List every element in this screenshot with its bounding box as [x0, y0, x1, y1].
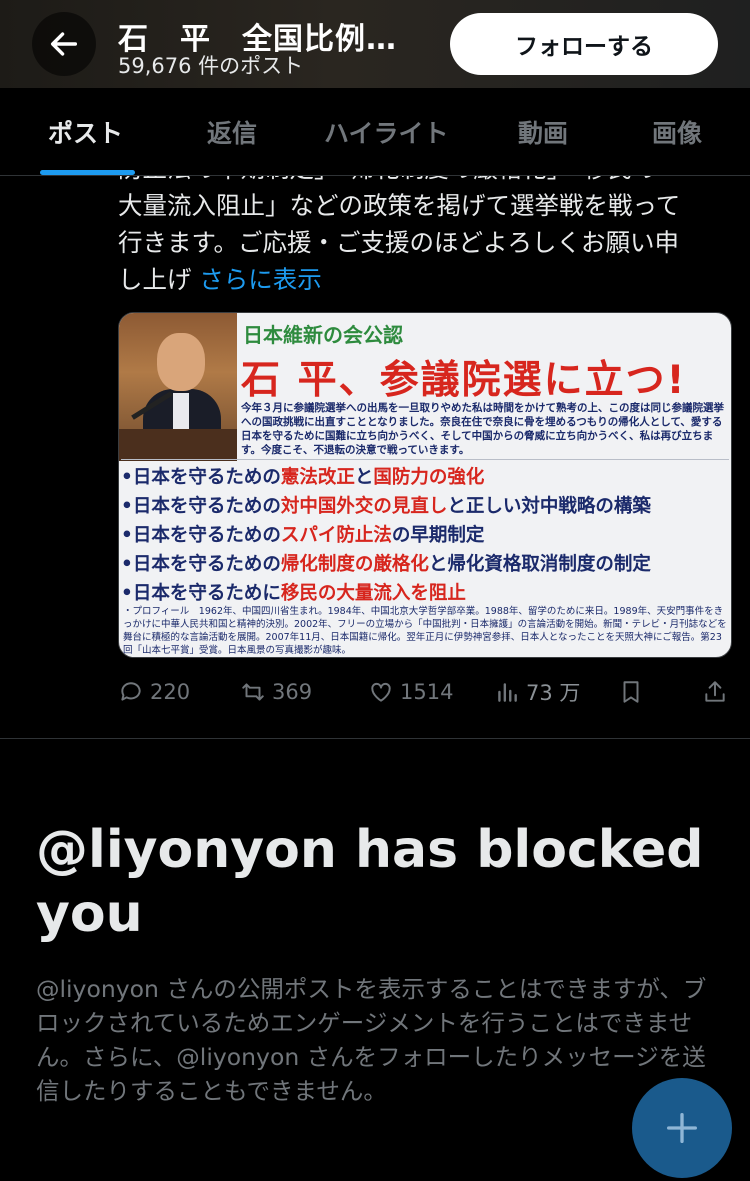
post-count: 59,676 件のポスト	[118, 54, 304, 78]
blocked-description: @liyonyon さんの公開ポストを表示することはできますが、ブロックされてい…	[36, 975, 707, 1105]
views-button[interactable]: 73 万	[494, 672, 580, 712]
card-point: •日本を守るための 憲法改正と国防力の強化	[121, 466, 485, 488]
card-headline: 石 平、参議院選に立つ!	[241, 358, 687, 403]
tab-media[interactable]: 画像	[652, 88, 702, 176]
card-divider	[121, 459, 729, 460]
bookmark-button[interactable]	[618, 672, 650, 712]
card-point: •日本を守るための 対中国外交の見直し と正しい対中戦略の構築	[121, 495, 651, 517]
heart-icon	[371, 682, 391, 702]
profile-header: 石 平 全国比例… 59,676 件のポスト フォローする	[0, 0, 750, 88]
section-divider	[0, 738, 750, 739]
active-tab-indicator	[40, 170, 135, 175]
profile-tabs: ポスト 返信 ハイライト 動画 画像	[0, 88, 750, 176]
compose-button[interactable]	[632, 1078, 732, 1178]
follow-button[interactable]: フォローする	[450, 13, 718, 75]
tab-highlights[interactable]: ハイライト	[324, 88, 449, 176]
repost-icon	[242, 683, 264, 701]
show-more-link[interactable]: さらに表示	[199, 265, 322, 294]
plus-icon	[667, 1113, 697, 1143]
blocked-title: @liyonyon has blocked you	[36, 820, 704, 944]
share-icon	[705, 681, 725, 702]
post-image[interactable]: 日本維新の会公認 石 平、参議院選に立つ! 今年３月に参議院選挙への出馬を一旦取…	[118, 312, 732, 658]
back-arrow-icon	[50, 32, 78, 56]
tab-videos[interactable]: 動画	[518, 88, 568, 176]
share-button[interactable]	[702, 672, 734, 712]
back-button[interactable]	[32, 12, 96, 76]
bookmark-icon	[623, 681, 639, 703]
card-point: •日本を守るために 移民の大量流入を阻止	[121, 582, 466, 604]
tab-replies[interactable]: 返信	[207, 88, 257, 176]
reply-button[interactable]: 220	[118, 672, 190, 712]
views-icon	[498, 683, 517, 702]
post-text-line: 行きます。ご応援・ご支援のほどよろしくお願い申	[118, 228, 680, 257]
card-points: •日本を守るための 憲法改正と国防力の強化 •日本を守るための 対中国外交の見直しと…	[121, 461, 729, 606]
post-actions: 220 369 1514 73 万	[118, 672, 730, 712]
post-text-line: 防止法の早期制定」「帰化制度の厳格化」「移民の	[118, 176, 728, 187]
tab-posts[interactable]: ポスト	[48, 88, 123, 176]
post-text-line: し上げ さらに表示	[118, 265, 322, 294]
card-point: •日本を守るための スパイ防止法 の早期制定	[121, 524, 485, 546]
like-button[interactable]: 1514	[368, 672, 453, 712]
card-point: •日本を守るための 帰化制度の厳格化 と帰化資格取消制度の制定	[121, 553, 651, 575]
podium	[119, 429, 237, 461]
card-intro: 今年３月に参議院選挙への出馬を一旦取りやめた私は時間をかけて熟考の上、この度は同…	[241, 402, 724, 456]
card-profile: ・プロフィール 1962年、中国四川省生まれ。1984年、中国北京大学哲学部卒業…	[123, 606, 727, 656]
candidate-photo	[119, 313, 237, 461]
post-text[interactable]: 防止法の早期制定」「帰化制度の厳格化」「移民の 大量流入阻止」などの政策を掲げて…	[118, 176, 728, 298]
repost-button[interactable]: 369	[240, 672, 312, 712]
card-party-label: 日本維新の会公認	[243, 323, 403, 347]
reply-icon	[121, 682, 141, 701]
post-text-line: 大量流入阻止」などの政策を掲げて選挙戦を戦って	[118, 191, 681, 220]
post-text-container: 防止法の早期制定」「帰化制度の厳格化」「移民の 大量流入阻止」などの政策を掲げて…	[0, 176, 750, 306]
